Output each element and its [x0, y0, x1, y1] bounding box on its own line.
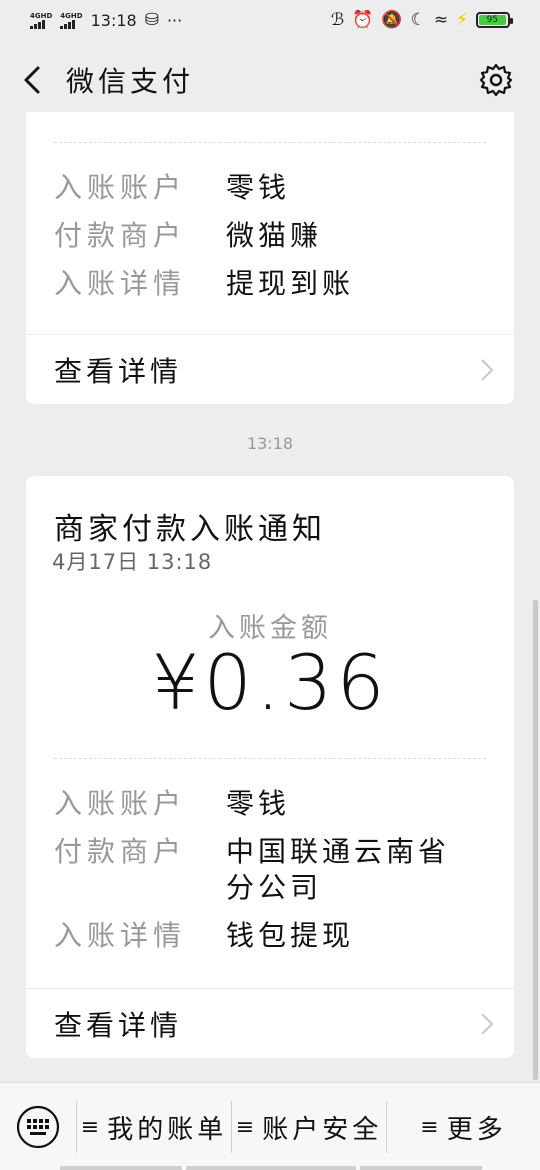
gear-icon[interactable]	[478, 62, 514, 98]
row-value: 零钱	[226, 787, 291, 820]
row-label: 付款商户	[54, 835, 187, 868]
menu-label: 账户安全	[262, 1114, 383, 1145]
menu-more[interactable]: ≡ 更多	[387, 1101, 540, 1153]
nav-bar: 微信支付	[0, 40, 540, 120]
status-time: 13:18	[90, 10, 137, 30]
mute-icon: 🔕	[381, 10, 403, 30]
view-details-button[interactable]: 查看详情	[54, 335, 494, 405]
row-value: 钱包提现	[226, 919, 355, 952]
menu-account-security[interactable]: ≡ 账户安全	[232, 1101, 386, 1153]
menu-indicator	[360, 1166, 482, 1170]
row-value: 微猫赚	[226, 219, 323, 252]
back-arrow-icon[interactable]	[18, 62, 54, 98]
view-details-button[interactable]: 查看详情	[54, 989, 494, 1059]
chevron-right-icon	[481, 359, 494, 381]
dashed-divider	[54, 142, 486, 143]
menu-label: 我的账单	[107, 1114, 228, 1145]
wifi-icon: ≈	[433, 10, 449, 30]
network-type-label: 4GHD	[30, 11, 53, 20]
menu-icon: ≡	[235, 1114, 255, 1140]
card-title: 商家付款入账通知	[54, 512, 326, 547]
menu-indicator	[186, 1166, 356, 1170]
status-bar-left: 4GHD 4GHD 13:18 ⛁ ···	[30, 10, 182, 30]
message-timestamp: 13:18	[246, 434, 294, 453]
keyboard-icon[interactable]	[16, 1105, 60, 1149]
bluetooth-icon: ℬ	[330, 10, 345, 30]
moon-icon: ☾	[410, 10, 426, 30]
row-label: 入账账户	[54, 787, 187, 820]
battery-level: 95	[479, 15, 506, 25]
info-row: 入账详情 提现到账	[54, 266, 486, 302]
info-row: 入账账户 零钱	[54, 786, 486, 822]
view-details-label: 查看详情	[54, 355, 183, 388]
row-label: 入账账户	[54, 171, 187, 204]
bottom-menu-bar: ≡ 我的账单 ≡ 账户安全 ≡ 更多	[0, 1082, 540, 1170]
status-more: ···	[166, 10, 183, 30]
row-label: 入账详情	[54, 267, 187, 300]
info-row: 付款商户 中国联通云南省 分公司	[54, 834, 486, 906]
row-label: 入账详情	[54, 919, 187, 952]
menu-label: 更多	[446, 1114, 507, 1145]
dashed-divider	[54, 758, 486, 759]
notification-card: 商家付款入账通知 4月17日 13:18 入账金额 ¥0.36 入账账户 零钱 …	[26, 476, 514, 1058]
row-value: 中国联通云南省 分公司	[226, 834, 486, 906]
signal-icon-2: 4GHD	[60, 11, 83, 29]
menu-icon: ≡	[420, 1114, 439, 1140]
info-row: 入账账户 零钱	[54, 170, 486, 206]
scrollbar[interactable]	[533, 600, 538, 1080]
alarm-icon: ⏰	[352, 10, 374, 30]
signal-icon: 4GHD	[30, 12, 52, 29]
chevron-right-icon	[481, 1013, 494, 1035]
menu-my-bills[interactable]: ≡ 我的账单	[77, 1101, 231, 1153]
database-icon: ⛁	[144, 10, 159, 30]
charging-icon: ⚡	[456, 10, 468, 30]
status-bar: 4GHD 4GHD 13:18 ⛁ ··· ℬ ⏰ 🔕 ☾ ≈ ⚡ 95	[0, 0, 540, 40]
notification-card-previous: 入账账户 零钱 付款商户 微猫赚 入账详情 提现到账 查看详情	[26, 112, 514, 404]
view-details-label: 查看详情	[54, 1009, 183, 1042]
info-row: 付款商户 微猫赚	[54, 218, 486, 254]
info-row: 入账详情 钱包提现	[54, 918, 486, 954]
page-title: 微信支付	[66, 65, 195, 98]
network-type-label-2: 4GHD	[60, 11, 83, 20]
card-date: 4月17日 13:18	[52, 550, 213, 574]
menu-indicator	[60, 1166, 182, 1170]
row-value-line2: 分公司	[226, 871, 323, 904]
row-value: 零钱	[226, 171, 291, 204]
status-bar-right: ℬ ⏰ 🔕 ☾ ≈ ⚡ 95	[330, 10, 513, 30]
battery-icon: 95	[476, 12, 513, 28]
row-value-line1: 中国联通云南省	[226, 835, 451, 868]
menu-icon: ≡	[80, 1114, 100, 1140]
row-label: 付款商户	[54, 219, 187, 252]
amount-value: ¥0.36	[151, 638, 389, 727]
row-value: 提现到账	[226, 267, 355, 300]
